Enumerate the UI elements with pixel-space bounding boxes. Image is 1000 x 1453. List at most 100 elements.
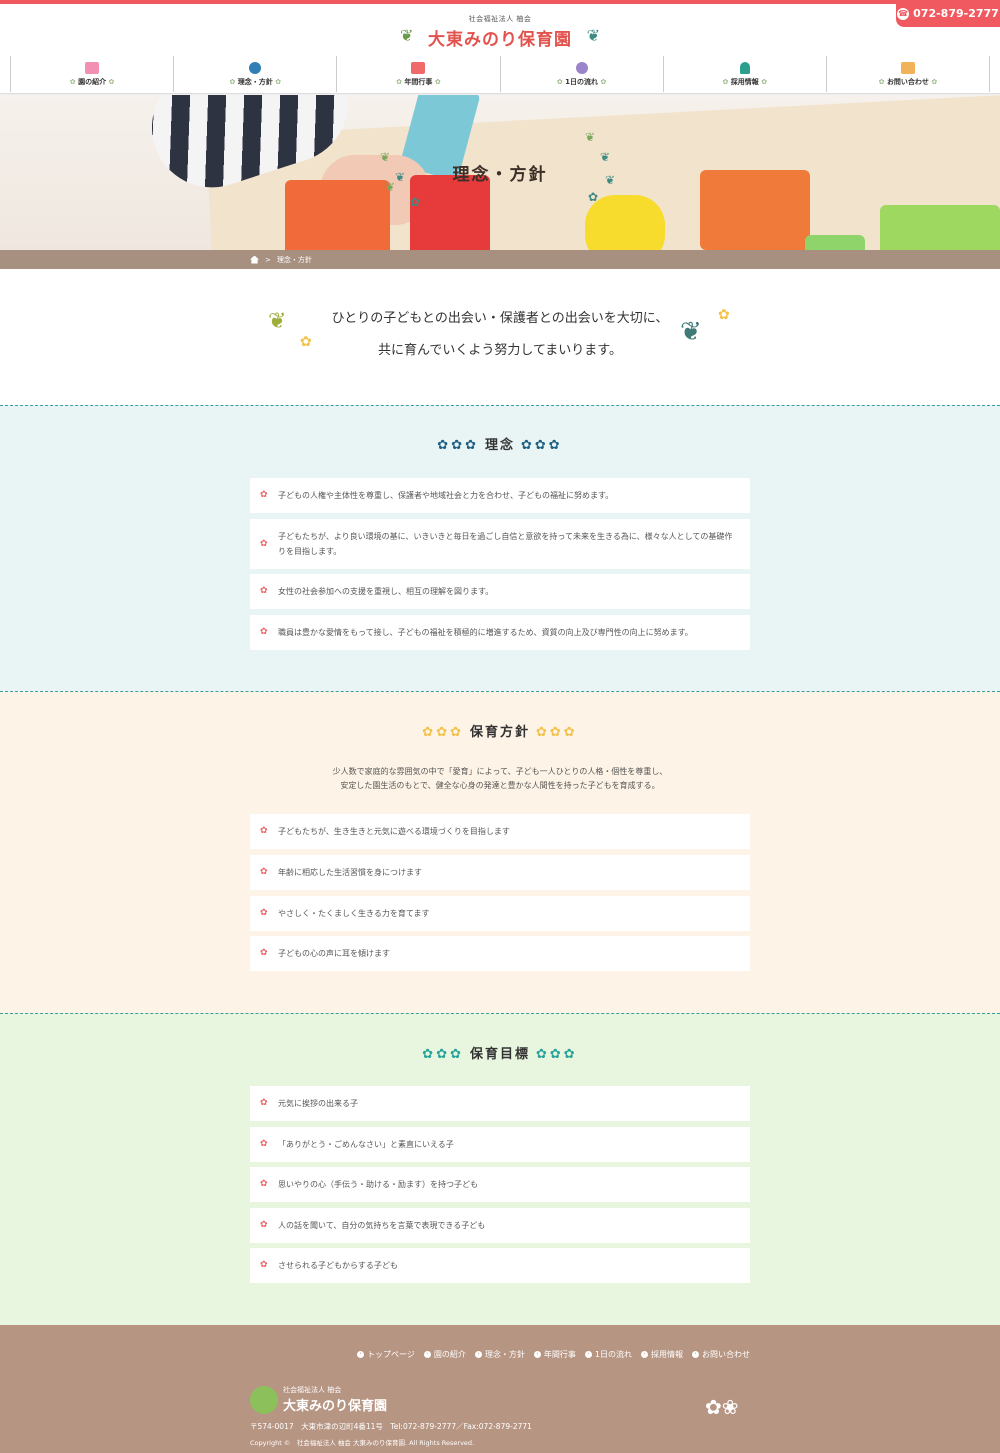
arrow-icon: › bbox=[584, 1351, 592, 1358]
list-item: ✿ 職員は豊かな愛情をもって接し、子どもの福祉を積極的に増進するため、資質の向上及… bbox=[250, 615, 750, 650]
footer-link-recruit[interactable]: › 採用情報 bbox=[641, 1349, 683, 1360]
nav-item-recruit[interactable]: ✿ 採用情報 ✿ bbox=[662, 56, 826, 92]
footer-nav: › トップページ › 園の紹介 › 理念・方針 › 年間行事 › 1日の流れ › 採用情報 … bbox=[357, 1349, 750, 1360]
flower-bullet-icon: ✿ bbox=[260, 1139, 268, 1149]
flower-icon: ✿❀ bbox=[705, 1395, 739, 1419]
policy-description: 安定した園生活のもとで、健全な心身の発達と豊かな人間性を持った子どもを育成する。 bbox=[340, 781, 660, 790]
intro-line-2: 共に育んでいくよう努力してまいります。 bbox=[377, 343, 622, 358]
flower-bullet-icon: ✿ bbox=[260, 1179, 268, 1189]
logo-emblem-icon bbox=[250, 1385, 278, 1414]
footer-link-top[interactable]: › トップページ bbox=[357, 1349, 415, 1360]
policy-section: ✿✿✿ 保育方針 ✿✿✿ 少人数で家庭的な雰囲気の中で「愛育」によって、子ども一人ひ… bbox=[0, 691, 1000, 1014]
nav-item-about[interactable]: ✿ 園の紹介 ✿ bbox=[10, 56, 173, 92]
logo-title: 大東みのり保育園 bbox=[428, 30, 572, 50]
section-title: ✿✿✿ 保育目標 ✿✿✿ bbox=[422, 1047, 578, 1062]
site-footer: › トップページ › 園の紹介 › 理念・方針 › 年間行事 › 1日の流れ › 採用情報 … bbox=[0, 1325, 1000, 1453]
hero-title: 理念・方針 bbox=[452, 165, 548, 185]
flower-icon: ✿ bbox=[718, 307, 730, 323]
clock-icon bbox=[575, 61, 588, 74]
arrow-icon: › bbox=[423, 1351, 431, 1358]
footer-address: 〒574-0017 大東市津の辺町4番11号 Tel:072-879-2777／… bbox=[250, 1422, 532, 1431]
leaf-icon: ✿ bbox=[410, 195, 421, 209]
nav-item-contact[interactable]: ✿ お問い合わせ ✿ bbox=[825, 56, 991, 92]
main-nav: ✿ 園の紹介 ✿ ✿ 理念・方針 ✿ ✿ 年間行事 ✿ ✿ 1日の流れ ✿ ✿ … bbox=[10, 56, 991, 92]
hero-banner: ❦ ❦ ❦ ✿ ❦ ❦ ❦ ✿ 理念・方針 bbox=[0, 95, 1000, 250]
nav-item-events[interactable]: ✿ 年間行事 ✿ bbox=[336, 56, 499, 92]
list-item: ✿ 思いやりの心（手伝う・助ける・励ます）を持つ子ども bbox=[250, 1167, 750, 1202]
nav-label: 1日の流れ bbox=[565, 77, 599, 86]
logo-subtitle: 社会福祉法人 柚会 bbox=[468, 15, 532, 23]
flower-icon: ✿✿✿ bbox=[422, 1047, 464, 1062]
list-item: ✿ 年齢に相応した生活習慣を身につけます bbox=[250, 855, 750, 890]
list-item: ✿ 子どもの人権や主体性を尊重し、保護者や地域社会と力を合わせ、子どもの福祉に努め… bbox=[250, 478, 750, 513]
intro-line-1: ひとりの子どもとの出会い・保護者との出会いを大切に、 bbox=[331, 311, 669, 326]
section-title: ✿✿✿ 理念 ✿✿✿ bbox=[437, 438, 563, 453]
flower-icon: ✿✿✿ bbox=[536, 1047, 578, 1062]
flower-bullet-icon: ✿ bbox=[260, 586, 268, 596]
list-item: ✿ 子どもの心の声に耳を傾けます bbox=[250, 936, 750, 971]
nav-label: お問い合わせ bbox=[886, 77, 929, 86]
policy-description: 少人数で家庭的な雰囲気の中で「愛育」によって、子ども一人ひとりの人格・個性を尊重… bbox=[332, 767, 668, 776]
list-item: ✿ 人の話を聞いて、自分の気持ちを言葉で表現できる子ども bbox=[250, 1208, 750, 1243]
flower-bullet-icon: ✿ bbox=[260, 1098, 268, 1108]
arrow-icon: › bbox=[641, 1351, 648, 1358]
copyright: Copyright © 社会福祉法人 柚会 大東みのり保育園. All Righ… bbox=[250, 1439, 475, 1447]
breadcrumb-separator: > bbox=[265, 255, 271, 264]
phone-button[interactable]: ☎ 072-879-2777 bbox=[896, 0, 1000, 27]
compass-icon bbox=[249, 61, 262, 74]
footer-link-policy[interactable]: › 理念・方針 bbox=[474, 1349, 525, 1360]
arrow-icon: › bbox=[357, 1351, 365, 1358]
flower-bullet-icon: ✿ bbox=[260, 908, 268, 918]
flower-bullet-icon: ✿ bbox=[260, 490, 268, 500]
calendar-icon bbox=[411, 61, 426, 74]
flower-bullet-icon: ✿ bbox=[260, 826, 268, 836]
list-item: ✿ させられる子どもからする子ども bbox=[250, 1248, 750, 1283]
footer-logo-subtitle: 社会福祉法人 柚会 bbox=[283, 1386, 342, 1394]
arrow-icon: › bbox=[474, 1351, 482, 1358]
section-title: ✿✿✿ 保育方針 ✿✿✿ bbox=[422, 725, 578, 740]
flower-bullet-icon: ✿ bbox=[260, 1220, 268, 1230]
nav-item-daily-flow[interactable]: ✿ 1日の流れ ✿ bbox=[499, 56, 663, 92]
intro-message: ❦ ✿ ひとりの子どもとの出会い・保護者との出会いを大切に、 共に育んでいくよう… bbox=[0, 269, 1000, 405]
flower-bullet-icon: ✿ bbox=[260, 948, 268, 958]
site-header: ❦ 社会福祉法人 柚会 大東みのり保育園 ❦ ✿ 園の紹介 ✿ ✿ 理念・方針 … bbox=[0, 4, 1000, 94]
flower-bullet-icon: ✿ bbox=[260, 627, 268, 637]
leaf-icon: ❦ bbox=[400, 26, 414, 45]
footer-logo[interactable]: 社会福祉法人 柚会 大東みのり保育園 bbox=[250, 1385, 387, 1414]
footer-link-events[interactable]: › 年間行事 bbox=[533, 1349, 576, 1360]
list-item: ✿ 「ありがとう・ごめんなさい」と素直にいえる子 bbox=[250, 1127, 750, 1162]
leaf-icon: ✿ bbox=[588, 190, 599, 204]
site-logo[interactable]: ❦ 社会福祉法人 柚会 大東みのり保育園 ❦ bbox=[400, 14, 600, 54]
footer-logo-name: 大東みのり保育園 bbox=[283, 1399, 388, 1414]
house-icon bbox=[85, 61, 100, 74]
flower-icon: ✿✿✿ bbox=[536, 725, 578, 740]
goals-section: ✿✿✿ 保育目標 ✿✿✿ ✿ 元気に挨拶の出来る子 ✿ 「ありがとう・ごめんなさい」と素… bbox=[0, 1013, 1000, 1325]
footer-link-contact[interactable]: › お問い合わせ bbox=[692, 1349, 750, 1360]
leaf-icon: ❦ bbox=[680, 317, 702, 347]
footer-link-daily-flow[interactable]: › 1日の流れ bbox=[584, 1349, 632, 1360]
flower-icon: ✿✿✿ bbox=[422, 725, 464, 740]
mail-icon bbox=[900, 61, 915, 74]
flower-bullet-icon: ✿ bbox=[260, 538, 268, 549]
flower-bullet-icon: ✿ bbox=[260, 1260, 268, 1270]
nav-item-policy[interactable]: ✿ 理念・方針 ✿ bbox=[173, 56, 336, 92]
leaf-icon: ❦ bbox=[585, 130, 596, 144]
nav-label: 採用情報 bbox=[730, 77, 759, 86]
footer-link-about[interactable]: › 園の紹介 bbox=[423, 1349, 466, 1360]
list-item: ✿ 元気に挨拶の出来る子 bbox=[250, 1086, 750, 1121]
nav-label: 園の紹介 bbox=[78, 77, 107, 86]
leaf-icon: ❦ bbox=[586, 26, 600, 45]
list-item: ✿ 女性の社会参加への支援を重視し、相互の理解を図ります。 bbox=[250, 574, 750, 609]
breadcrumb: > 理念・方針 bbox=[0, 250, 1000, 269]
flower-icon: ✿✿✿ bbox=[437, 438, 479, 453]
philosophy-section: ✿✿✿ 理念 ✿✿✿ ✿ 子どもの人権や主体性を尊重し、保護者や地域社会と力を合わせ、… bbox=[0, 405, 1000, 692]
list-item: ✿ 子どもたちが、生き生きと元気に遊べる環境づくりを目指します bbox=[250, 814, 750, 849]
nav-label: 年間行事 bbox=[404, 77, 433, 86]
nav-label: 理念・方針 bbox=[237, 77, 273, 86]
arrow-icon: › bbox=[533, 1351, 541, 1358]
person-icon bbox=[739, 61, 750, 74]
home-icon[interactable] bbox=[250, 255, 259, 264]
list-item: ✿ 子どもたちが、より良い環境の基に、いきいきと毎日を過ごし自信と意欲を持って未来… bbox=[250, 519, 750, 569]
arrow-icon: › bbox=[692, 1351, 699, 1358]
breadcrumb-current: 理念・方針 bbox=[276, 255, 312, 264]
